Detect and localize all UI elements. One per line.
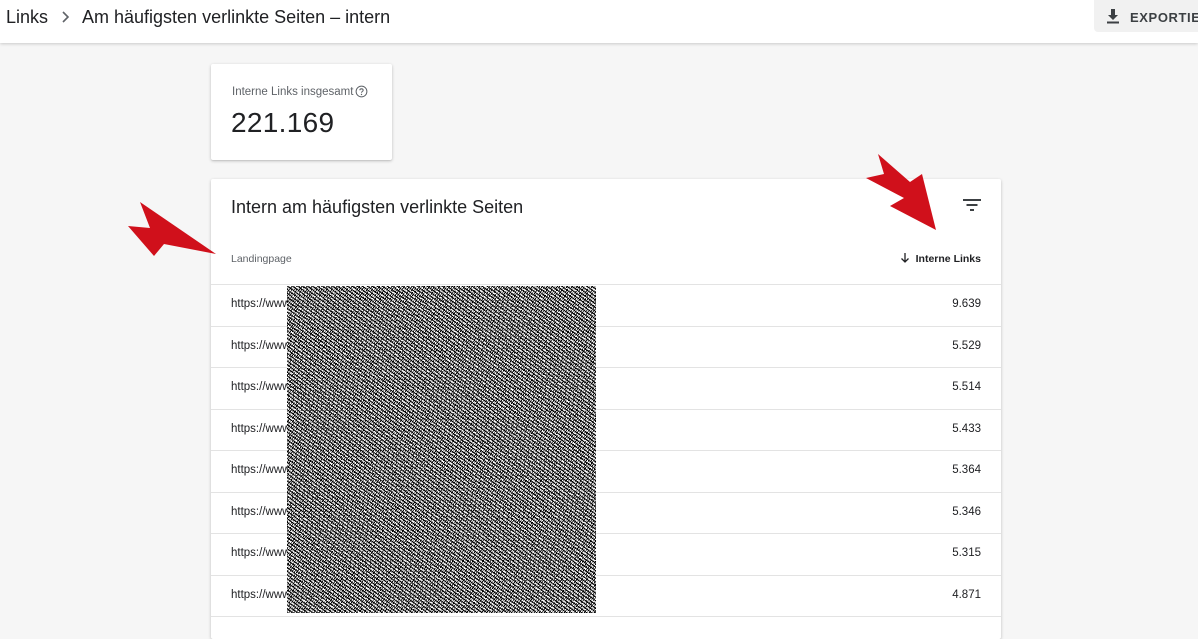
- filter-icon[interactable]: [961, 194, 983, 216]
- redacted-url-noise: [287, 286, 596, 613]
- row-internal-links: 5.433: [952, 422, 981, 435]
- annotation-arrow-right-icon: [866, 154, 936, 230]
- row-url: https://www: [231, 422, 291, 435]
- row-internal-links: 5.346: [952, 505, 981, 518]
- annotation-arrow-left-icon: [128, 202, 216, 256]
- page-title: Am häufigsten verlinkte Seiten – intern: [82, 7, 391, 27]
- row-internal-links: 5.364: [952, 464, 981, 476]
- export-label: EXPORTIERE: [1130, 10, 1198, 25]
- breadcrumb-links[interactable]: Links: [6, 7, 48, 28]
- arrow-down-icon: [900, 253, 909, 263]
- top-bar: Links Am häufigsten verlinkte Seiten – i…: [0, 0, 1198, 43]
- column-header-internal-links-label: Interne Links: [915, 253, 981, 265]
- chevron-right-icon: [62, 11, 70, 23]
- export-button[interactable]: EXPORTIERE: [1094, 0, 1198, 32]
- row-internal-links: 5.514: [952, 381, 981, 393]
- total-internal-links-card: Interne Links insgesamt 221.169: [211, 64, 392, 160]
- row-internal-links: 4.871: [952, 588, 981, 601]
- row-url: https://www: [231, 381, 291, 393]
- table-title: Intern am häufigsten verlinkte Seiten: [231, 197, 524, 217]
- row-internal-links: 5.315: [952, 547, 981, 559]
- summary-value: 221.169: [231, 107, 335, 138]
- column-header-landingpage[interactable]: Landingpage: [231, 253, 292, 265]
- row-url: https://www: [231, 505, 291, 518]
- row-url: https://www: [231, 464, 291, 476]
- column-header-internal-links[interactable]: Interne Links: [899, 252, 981, 265]
- row-url: https://www: [231, 298, 291, 310]
- help-circle-icon[interactable]: [355, 85, 368, 98]
- row-url: https://www: [231, 339, 291, 352]
- download-icon: [1107, 9, 1119, 24]
- row-url: https://www: [231, 547, 291, 559]
- row-internal-links: 5.529: [952, 339, 981, 352]
- row-internal-links: 9.639: [952, 298, 981, 310]
- summary-label: Interne Links insgesamt: [232, 86, 354, 98]
- row-url: https://www: [231, 588, 291, 601]
